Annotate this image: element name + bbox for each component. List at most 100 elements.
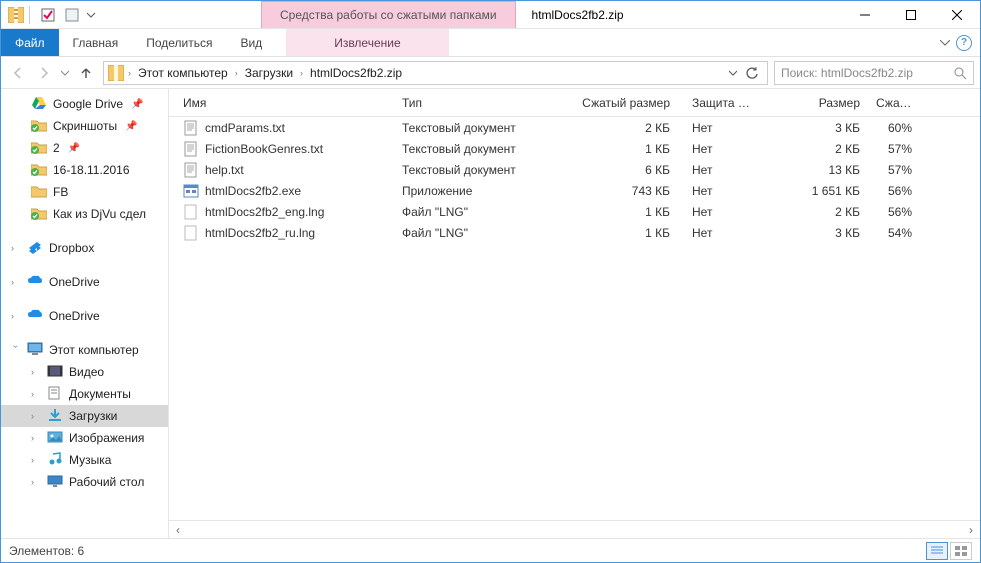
file-compressed-size: 2 КБ xyxy=(558,121,678,135)
file-compressed-size: 1 КБ xyxy=(558,205,678,219)
chevron-right-icon: › xyxy=(31,367,41,377)
scroll-right-icon[interactable]: › xyxy=(962,523,980,537)
file-compressed-size: 743 КБ xyxy=(558,184,678,198)
file-name: FictionBookGenres.txt xyxy=(205,142,323,156)
column-ratio[interactable]: Сжатие xyxy=(868,96,928,110)
column-name[interactable]: Имя xyxy=(169,96,394,110)
file-row[interactable]: htmlDocs2fb2_eng.lngФайл "LNG"1 КБНет2 К… xyxy=(169,201,980,222)
file-icon xyxy=(183,162,199,178)
pin-icon: 📌 xyxy=(125,121,137,132)
help-button[interactable]: ? xyxy=(956,35,972,51)
file-row[interactable]: htmlDocs2fb2.exeПриложение743 КБНет1 651… xyxy=(169,180,980,201)
qat-dropdown[interactable] xyxy=(85,4,97,26)
ribbon-collapse-icon[interactable] xyxy=(940,40,950,46)
sidebar-item-label: 2 xyxy=(53,141,60,155)
close-button[interactable] xyxy=(934,1,980,28)
sidebar-item-label: 16-18.11.2016 xyxy=(53,163,130,177)
qat-properties-button[interactable] xyxy=(37,4,59,26)
sidebar-item-quick[interactable]: Как из DjVu сдел xyxy=(1,203,168,225)
sidebar-item-thispc[interactable]: › Этот компьютер xyxy=(1,339,168,361)
breadcrumb[interactable]: › Этот компьютер › Загрузки › htmlDocs2f… xyxy=(103,61,768,85)
file-protection: Нет xyxy=(678,142,758,156)
file-row[interactable]: cmdParams.txtТекстовый документ2 КБНет3 … xyxy=(169,117,980,138)
chevron-right-icon: › xyxy=(31,411,41,421)
download-icon xyxy=(47,408,63,424)
status-text: Элементов: 6 xyxy=(9,544,84,558)
column-compressed-size[interactable]: Сжатый размер xyxy=(558,96,678,110)
folder-icon xyxy=(31,140,47,156)
search-input[interactable]: Поиск: htmlDocs2fb2.zip xyxy=(774,61,974,85)
breadcrumb-item[interactable]: Этот компьютер xyxy=(135,66,231,80)
search-icon xyxy=(953,66,967,80)
column-size[interactable]: Размер xyxy=(758,96,868,110)
sidebar-item-dropbox[interactable]: › Dropbox xyxy=(1,237,168,259)
scroll-left-icon[interactable]: ‹ xyxy=(169,523,187,537)
column-type[interactable]: Тип xyxy=(394,96,558,110)
dropbox-icon xyxy=(27,240,43,256)
sidebar-item-quick[interactable]: 16-18.11.2016 xyxy=(1,159,168,181)
file-row[interactable]: help.txtТекстовый документ6 КБНет13 КБ57… xyxy=(169,159,980,180)
nav-back-button[interactable] xyxy=(7,62,29,84)
sidebar-item-pc[interactable]: › Загрузки xyxy=(1,405,168,427)
sidebar-item-pc[interactable]: ›Изображения xyxy=(1,427,168,449)
sidebar-item-onedrive[interactable]: › OneDrive xyxy=(1,271,168,293)
pin-icon: 📌 xyxy=(68,143,80,154)
qat-separator xyxy=(29,6,35,24)
view-icons-button[interactable] xyxy=(950,542,972,560)
breadcrumb-item[interactable]: Загрузки xyxy=(242,66,296,80)
folder-icon xyxy=(31,184,47,200)
file-ratio: 56% xyxy=(868,205,928,219)
sidebar-item-label: OneDrive xyxy=(49,309,100,323)
qat-new-button[interactable] xyxy=(61,4,83,26)
file-rows[interactable]: cmdParams.txtТекстовый документ2 КБНет3 … xyxy=(169,117,980,520)
sidebar-item-pc[interactable]: ›Документы xyxy=(1,383,168,405)
file-size: 13 КБ xyxy=(758,163,868,177)
sidebar-item-quick[interactable]: FB xyxy=(1,181,168,203)
file-icon xyxy=(183,120,199,136)
view-details-button[interactable] xyxy=(926,542,948,560)
sidebar-item-pc[interactable]: ›Музыка xyxy=(1,449,168,471)
tab-share[interactable]: Поделиться xyxy=(132,29,226,56)
sidebar-item-onedrive[interactable]: › OneDrive xyxy=(1,305,168,327)
chevron-down-icon[interactable] xyxy=(729,70,737,76)
breadcrumb-item[interactable]: htmlDocs2fb2.zip xyxy=(307,66,405,80)
tab-extract[interactable]: Извлечение xyxy=(286,29,448,56)
onedrive-icon xyxy=(27,274,43,290)
file-size: 2 КБ xyxy=(758,205,868,219)
sidebar-item-quick[interactable]: 2📌 xyxy=(1,137,168,159)
file-protection: Нет xyxy=(678,226,758,240)
file-row[interactable]: htmlDocs2fb2_ru.lngФайл "LNG"1 КБНет3 КБ… xyxy=(169,222,980,243)
navigation-pane[interactable]: Google Drive📌Скриншоты📌2📌16-18.11.2016FB… xyxy=(1,89,169,538)
column-protection[interactable]: Защита па... xyxy=(678,96,758,110)
file-compressed-size: 1 КБ xyxy=(558,142,678,156)
tab-home[interactable]: Главная xyxy=(59,29,133,56)
chevron-right-icon: › xyxy=(235,68,238,78)
tab-file[interactable]: Файл xyxy=(1,29,59,56)
tab-view[interactable]: Вид xyxy=(226,29,276,56)
file-icon xyxy=(183,141,199,157)
minimize-button[interactable] xyxy=(842,1,888,28)
horizontal-scrollbar[interactable]: ‹ › xyxy=(169,520,980,538)
nav-recent-dropdown[interactable] xyxy=(59,62,71,84)
nav-up-button[interactable] xyxy=(75,62,97,84)
sidebar-item-pc[interactable]: ›Рабочий стол xyxy=(1,471,168,493)
sidebar-item-label: Загрузки xyxy=(69,409,117,423)
nav-forward-button[interactable] xyxy=(33,62,55,84)
sidebar-item-pc[interactable]: ›Видео xyxy=(1,361,168,383)
file-size: 3 КБ xyxy=(758,226,868,240)
refresh-icon[interactable] xyxy=(745,66,759,80)
sidebar-item-quick[interactable]: Google Drive📌 xyxy=(1,93,168,115)
sidebar-item-quick[interactable]: Скриншоты📌 xyxy=(1,115,168,137)
file-size: 3 КБ xyxy=(758,121,868,135)
folder-icon xyxy=(31,118,47,134)
sidebar-item-label: Документы xyxy=(69,387,131,401)
sidebar-item-label: FB xyxy=(53,185,68,199)
file-type: Файл "LNG" xyxy=(394,205,558,219)
chevron-right-icon: › xyxy=(31,477,41,487)
maximize-button[interactable] xyxy=(888,1,934,28)
file-row[interactable]: FictionBookGenres.txt Текстовый документ1… xyxy=(169,138,980,159)
file-type: Текстовый документ xyxy=(394,142,558,156)
folder-icon xyxy=(31,206,47,222)
file-type: Текстовый документ xyxy=(394,163,558,177)
images-icon xyxy=(47,430,63,446)
